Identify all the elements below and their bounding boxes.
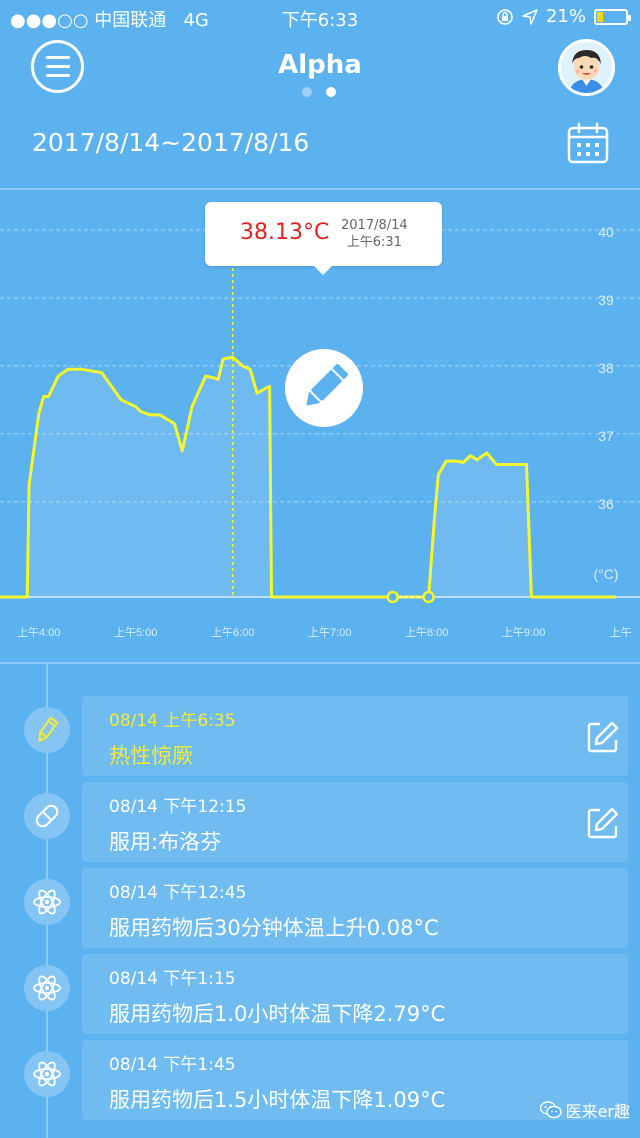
calendar-icon[interactable] <box>567 122 609 164</box>
chart-bottom-divider <box>0 662 640 664</box>
event-type-icon <box>24 1051 70 1097</box>
atom-icon <box>33 889 61 915</box>
y-unit-label: (°C) <box>593 566 618 582</box>
event-card[interactable]: 08/14 上午6:35 热性惊厥 <box>82 696 628 776</box>
edit-event-button[interactable] <box>586 720 620 754</box>
app-header: Alpha <box>0 34 640 104</box>
event-description: 服用药物后30分钟体温上升0.08°C <box>109 916 439 940</box>
event-time: 08/14 下午12:45 <box>109 883 247 903</box>
battery-icon <box>594 8 631 25</box>
watermark: 医来er趣 <box>539 1098 630 1122</box>
event-type-icon <box>24 707 70 753</box>
avatar[interactable] <box>558 39 615 96</box>
edit-icon <box>587 807 619 839</box>
event-time: 08/14 上午6:35 <box>109 711 236 731</box>
event-card[interactable]: 08/14 下午1:15 服用药物后1.0小时体温下降2.79°C <box>82 954 628 1034</box>
event-type-icon <box>24 879 70 925</box>
pencil-icon <box>306 364 348 406</box>
x-tick-label: 上午 <box>610 626 632 639</box>
gap-marker-point <box>422 590 435 604</box>
status-right: 21% <box>496 6 631 27</box>
y-tick-label: 39 <box>598 292 614 308</box>
battery-fill <box>597 11 603 22</box>
event-description: 服用药物后1.0小时体温下降2.79°C <box>109 1002 446 1026</box>
x-tick-label: 上午7:00 <box>308 626 351 639</box>
pencil-icon <box>38 716 59 743</box>
y-tick-label: 40 <box>598 224 614 240</box>
event-card[interactable]: 08/14 下午12:15 服用:布洛芬 <box>82 782 628 862</box>
y-tick-label: 37 <box>598 428 614 444</box>
x-tick-label: 上午5:00 <box>114 626 157 639</box>
boy-avatar-icon <box>561 42 612 93</box>
gap-marker-point <box>386 590 399 604</box>
page-dot-active[interactable] <box>326 87 336 97</box>
lock-rotation-icon <box>497 8 513 25</box>
edit-icon <box>587 721 619 753</box>
pill-icon <box>35 804 59 828</box>
status-bar: ●●●○○ 中国联通 4G 下午6:33 21% <box>0 0 640 34</box>
x-tick-label: 上午6:00 <box>211 626 254 639</box>
event-type-icon <box>24 965 70 1011</box>
atom-icon <box>33 1061 61 1087</box>
event-card[interactable]: 08/14 下午12:45 服用药物后30分钟体温上升0.08°C <box>82 868 628 948</box>
event-description: 服用药物后1.5小时体温下降1.09°C <box>109 1088 446 1112</box>
tooltip-temperature: 38.13°C <box>240 220 330 245</box>
event-description: 热性惊厥 <box>109 744 193 768</box>
chart-edit-marker-button[interactable] <box>285 349 363 427</box>
tooltip-date: 2017/8/14 <box>341 218 408 233</box>
page-title: Alpha <box>278 50 362 80</box>
tooltip-time: 上午6:31 <box>346 235 402 250</box>
x-tick-label: 上午8:00 <box>405 626 448 639</box>
chart-tooltip: 38.13°C 2017/8/14 上午6:31 <box>205 202 442 275</box>
date-range[interactable]: 2017/8/14~2017/8/16 <box>32 128 309 157</box>
wechat-icon <box>539 1101 562 1119</box>
event-time: 08/14 下午1:45 <box>109 1055 236 1075</box>
battery-percent: 21% <box>545 6 586 27</box>
page-dot[interactable] <box>302 87 312 97</box>
watermark-text: 医来er趣 <box>565 1102 630 1121</box>
y-tick-label: 36 <box>598 496 614 512</box>
x-tick-label: 上午9:00 <box>502 626 545 639</box>
location-icon <box>522 8 538 25</box>
event-type-icon <box>24 793 70 839</box>
y-tick-label: 38 <box>598 360 614 376</box>
event-time: 08/14 下午12:15 <box>109 797 247 817</box>
event-time: 08/14 下午1:15 <box>109 969 236 989</box>
tooltip-datetime: 2017/8/14 上午6:31 <box>341 217 408 251</box>
atom-icon <box>33 975 61 1001</box>
edit-event-button[interactable] <box>586 806 620 840</box>
x-tick-label: 上午4:00 <box>17 626 60 639</box>
page-indicator <box>302 87 336 97</box>
event-description: 服用:布洛芬 <box>109 830 222 854</box>
